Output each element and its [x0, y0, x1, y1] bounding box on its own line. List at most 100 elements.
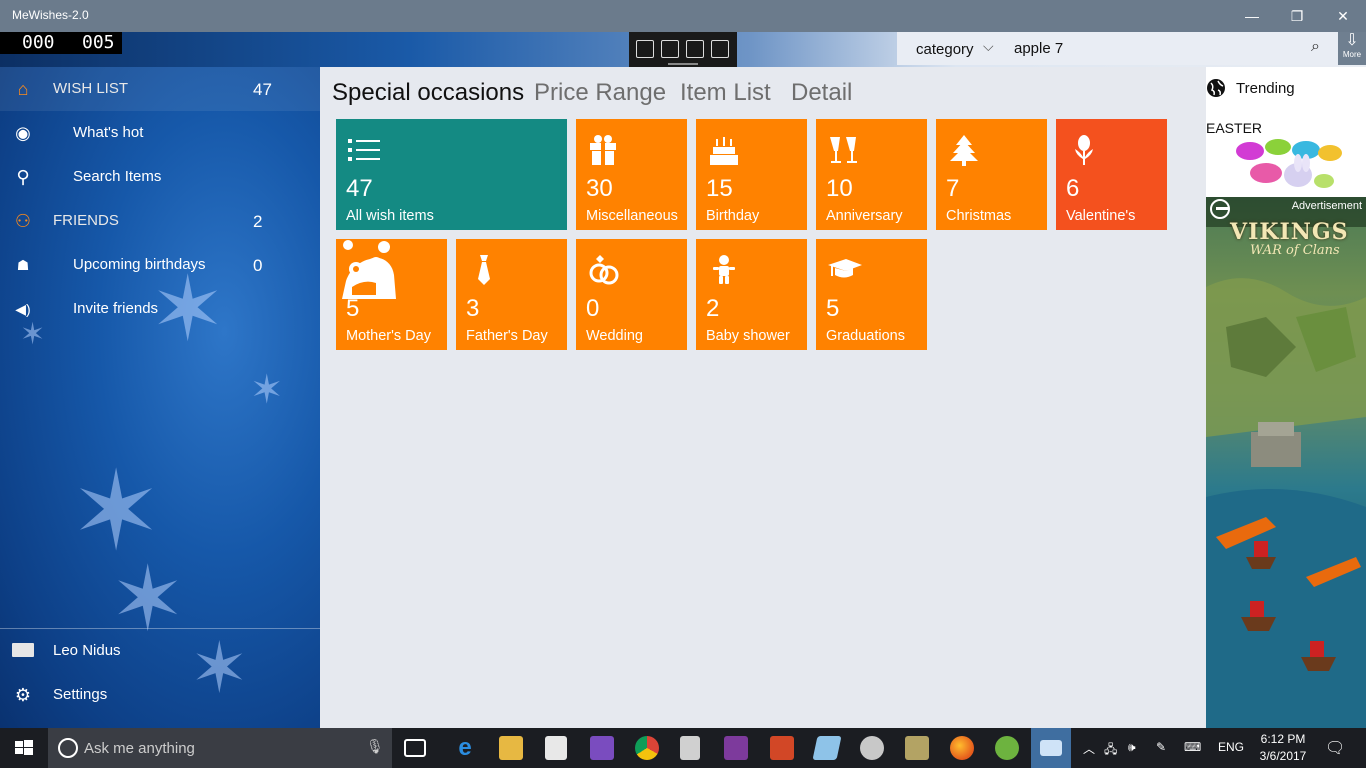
tile-label: Father's Day: [466, 328, 548, 344]
sidebar-item-invite-friends[interactable]: ◀) Invite friends: [0, 287, 320, 331]
sidebar-item-label: What's hot: [73, 124, 144, 141]
tile-wedding[interactable]: 0 Wedding: [576, 239, 687, 350]
tile-count: 6: [1066, 175, 1080, 202]
notes-app-icon[interactable]: [812, 736, 842, 760]
edge-browser-icon[interactable]: e: [453, 736, 477, 760]
sidebar-item-upcoming-birthdays[interactable]: ☗ Upcoming birthdays 0: [0, 243, 320, 287]
cake-icon: [710, 137, 738, 165]
tab-special-occasions[interactable]: Special occasions: [332, 79, 524, 107]
tile-valentines[interactable]: 6 Valentine's: [1056, 119, 1167, 230]
chrome-icon[interactable]: [635, 736, 659, 760]
file-explorer-icon[interactable]: [499, 736, 523, 760]
tile-count: 30: [586, 175, 613, 202]
plarium-logo-icon: [1210, 199, 1230, 219]
search-placeholder: Ask me anything: [84, 740, 195, 757]
clock-time: 6:12 PM: [1260, 732, 1306, 746]
more-label: More: [1342, 50, 1362, 59]
user-profile[interactable]: Leo Nidus: [0, 629, 320, 673]
sidebar-item-friends[interactable]: ⚇ FRIENDS 2: [0, 199, 320, 243]
main-content: Special occasions Price Range Item List …: [320, 67, 1206, 728]
windows-start-icon[interactable]: [0, 728, 48, 768]
more-button[interactable]: ⇩ More: [1338, 32, 1366, 65]
active-app-taskbar-button[interactable]: [1031, 728, 1071, 768]
tab-price-range[interactable]: Price Range: [534, 79, 666, 107]
counter-left: 000: [22, 32, 55, 53]
calculator-icon[interactable]: [680, 736, 700, 760]
maximize-button[interactable]: ❐: [1274, 0, 1320, 32]
tab-detail[interactable]: Detail: [791, 79, 852, 107]
sidebar-item-label: WISH LIST: [53, 80, 129, 97]
track-focus-icon[interactable]: [711, 40, 729, 58]
search-icon[interactable]: ⌕: [1311, 38, 1320, 56]
tile-count: 0: [586, 295, 600, 322]
microphone-icon[interactable]: 🎙: [366, 738, 384, 755]
visual-studio-icon[interactable]: [590, 736, 614, 760]
tile-baby-shower[interactable]: 2 Baby shower: [696, 239, 807, 350]
select-element-icon[interactable]: [636, 40, 654, 58]
pen-icon[interactable]: ✎: [1156, 740, 1166, 754]
tile-fathers-day[interactable]: 3 Father's Day: [456, 239, 567, 350]
user-card-icon: [12, 643, 34, 657]
tile-label: Mother's Day: [346, 328, 431, 344]
cortana-search-box[interactable]: Ask me anything 🎙: [48, 728, 392, 768]
category-dropdown[interactable]: category: [916, 41, 974, 58]
pointer-icon[interactable]: [661, 40, 679, 58]
network-icon[interactable]: 🖧: [1104, 740, 1117, 761]
tile-miscellaneous[interactable]: 30 Miscellaneous: [576, 119, 687, 230]
tile-anniversary[interactable]: 10 Anniversary: [816, 119, 927, 230]
onenote-icon[interactable]: [724, 736, 748, 760]
tile-label: Valentine's: [1066, 208, 1136, 224]
store-icon[interactable]: [545, 736, 567, 760]
sidebar-item-label: Search Items: [73, 168, 162, 185]
home-icon: ⌂: [17, 79, 29, 99]
layout-adorner-icon[interactable]: [686, 40, 704, 58]
tile-label: Wedding: [586, 328, 643, 344]
paint-app-icon[interactable]: [860, 736, 884, 760]
glasses-icon: [830, 137, 857, 163]
tab-item-list[interactable]: Item List: [680, 79, 771, 107]
tile-count: 3: [466, 295, 480, 322]
volume-icon[interactable]: 🕪: [1128, 740, 1136, 755]
easter-image[interactable]: [1226, 137, 1346, 195]
action-center-icon[interactable]: 🗨: [1325, 738, 1345, 758]
minimize-button[interactable]: —: [1229, 0, 1275, 32]
sidebar-item-whats-hot[interactable]: ◉ What's hot: [0, 111, 320, 155]
mother-child-icon: [342, 240, 396, 299]
tile-mothers-day[interactable]: 5 Mother's Day: [336, 239, 447, 350]
grad-cap-icon: [828, 259, 862, 278]
tile-birthday[interactable]: 15 Birthday: [696, 119, 807, 230]
toolbar-grip[interactable]: [668, 63, 698, 65]
tile-graduations[interactable]: 5 Graduations: [816, 239, 927, 350]
powerpoint-icon[interactable]: [770, 736, 794, 760]
flower-icon: [1075, 135, 1093, 165]
tile-all-wish-items[interactable]: 47 All wish items: [336, 119, 567, 230]
settings-button[interactable]: ⚙ Settings: [0, 673, 320, 717]
sidebar-item-label: FRIENDS: [53, 212, 119, 229]
chevron-down-icon[interactable]: ⌵: [983, 38, 994, 55]
ad-subtitle: WAR of Clans: [1250, 243, 1340, 258]
advertisement[interactable]: Advertisement VIKINGS WAR of Clans: [1206, 197, 1366, 728]
tile-count: 5: [346, 295, 360, 322]
trending-label[interactable]: Trending: [1236, 80, 1295, 97]
keyboard-icon[interactable]: ⌨: [1184, 740, 1201, 754]
tile-count: 15: [706, 175, 733, 202]
taskbar: Ask me anything 🎙 e ︿ 🖧 🕪 ✎ ⌨ ENG 6:12 P…: [0, 728, 1366, 768]
language-indicator[interactable]: ENG: [1218, 740, 1244, 754]
tile-label: Anniversary: [826, 208, 903, 224]
firefox-icon[interactable]: [950, 736, 974, 760]
counter-right: 005: [82, 32, 115, 53]
mewishes-app-icon: [1040, 740, 1062, 756]
tile-label: Christmas: [946, 208, 1012, 224]
sidebar-item-search-items[interactable]: ⚲ Search Items: [0, 155, 320, 199]
close-button[interactable]: ✕: [1320, 0, 1366, 32]
search-input[interactable]: [1014, 37, 1304, 59]
task-view-icon[interactable]: [404, 739, 426, 757]
show-hidden-icons[interactable]: ︿: [1083, 740, 1095, 757]
spring-tool-icon[interactable]: [995, 736, 1019, 760]
tile-christmas[interactable]: 7 Christmas: [936, 119, 1047, 230]
sidebar-item-wish-list[interactable]: ⌂ WISH LIST 47: [0, 67, 320, 111]
tile-count: 10: [826, 175, 853, 202]
tools-icon[interactable]: [905, 736, 929, 760]
search-bar: category ⌵ ⌕: [897, 32, 1337, 65]
clock[interactable]: 6:12 PM 3/6/2017: [1251, 731, 1315, 765]
